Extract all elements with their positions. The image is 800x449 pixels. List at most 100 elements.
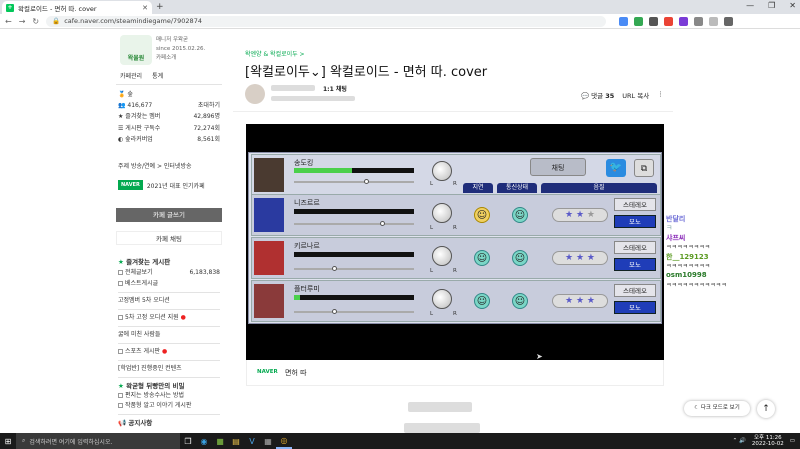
volume-slider[interactable] xyxy=(294,311,414,313)
pan-knob[interactable] xyxy=(432,161,452,181)
manager-name[interactable]: 우왁굳 xyxy=(173,37,188,43)
url-copy-button[interactable]: URL 복사 xyxy=(622,90,649,100)
browser-tab[interactable]: + 왁컬로이드 - 면허 따. cover ✕ xyxy=(2,1,152,14)
chat-line: 한__129123 xyxy=(666,252,709,261)
cafe-topics[interactable]: 주제 방송/연예 > 인터넷방송 xyxy=(118,161,192,170)
menu-dots-icon[interactable] xyxy=(724,16,734,26)
board-group: 굶에 미친 사람들 xyxy=(118,331,161,338)
user-thumbnail xyxy=(254,198,284,232)
visits-count: 8,561회 xyxy=(197,136,220,143)
volume-meter xyxy=(294,168,414,173)
volume-slider[interactable] xyxy=(294,181,414,183)
user-name: 송도킹 xyxy=(294,159,314,167)
edge-icon[interactable]: ◉ xyxy=(196,433,212,449)
comments-button[interactable]: 💬 댓글 35 xyxy=(581,90,614,100)
chat-line: ㅋㅋㅋㅋㅋㅋㅋㅋㅋㅋㅋ xyxy=(666,281,727,289)
slider-handle[interactable] xyxy=(332,266,337,271)
video-title[interactable]: 면허 따 xyxy=(285,368,307,378)
naver-cafe-favicon-icon: + xyxy=(6,3,14,12)
user-thumbnail xyxy=(254,158,284,192)
connection-status-icon: ☺ xyxy=(512,293,528,309)
page-title: [왁컬로이두⌄] 왁컬로이드 - 면허 따. cover xyxy=(245,65,488,80)
write-post-button[interactable]: 카페 글쓰기 xyxy=(116,208,222,222)
app-icon[interactable]: ▦ xyxy=(260,433,276,449)
extension-icon[interactable] xyxy=(619,16,629,26)
address-bar: ← → ↻ 🔒 cafe.naver.com/steamindiegame/79… xyxy=(0,14,800,29)
board-item[interactable]: 작품형 알고 이야기 게시판 xyxy=(118,401,220,411)
maximize-icon[interactable]: ❐ xyxy=(768,1,775,10)
avatar[interactable] xyxy=(245,84,265,104)
task-view-icon[interactable]: ❐ xyxy=(180,433,196,449)
mono-button[interactable]: 모노 xyxy=(614,258,656,271)
volume-slider[interactable] xyxy=(294,223,414,225)
subscribers-count: 72,274회 xyxy=(193,124,220,132)
mono-button[interactable]: 모노 xyxy=(614,215,656,228)
pan-knob[interactable] xyxy=(432,246,452,266)
stereo-button[interactable]: 스테레오 xyxy=(614,198,656,211)
search-icon: ⌕ xyxy=(22,437,26,444)
slider-handle[interactable] xyxy=(332,309,337,314)
board-item[interactable]: 베스트게시글 xyxy=(118,279,220,289)
naver-tv-logo: NAVER xyxy=(257,369,278,375)
profile-icon[interactable] xyxy=(709,16,719,26)
notice-board[interactable]: 📢 공지사항 xyxy=(118,418,220,428)
board-item[interactable]: 5차 고정 오디션 지원 ● xyxy=(118,313,220,323)
close-window-icon[interactable]: ✕ xyxy=(789,1,796,10)
board-list: ★ 즐겨찾는 게시판 전체글보기 6,183,838 베스트게시글 고정멤버 5차… xyxy=(118,257,220,428)
voice-chat-panel: 송도킹 LR 채팅 🐦 ⧉ 지연 통신상태 음질 니즈르르 LR ☺ ☺ ★ ★… xyxy=(248,152,662,324)
scroll-top-icon[interactable]: ↑ xyxy=(757,400,775,418)
cafe-chat-button[interactable]: 카페 채팅 xyxy=(116,231,222,245)
explorer-icon[interactable]: ▤ xyxy=(228,433,244,449)
pan-knob[interactable] xyxy=(432,289,452,309)
slider-handle[interactable] xyxy=(380,221,385,226)
stereo-button[interactable]: 스테레오 xyxy=(614,284,656,297)
notification-icon[interactable]: ▭ xyxy=(790,438,795,444)
chrome-icon[interactable]: ◎ xyxy=(276,433,292,449)
chat-overlay: 반달리 ㅋ 샤프씨 ㅋㅋㅋㅋㅋㅋㅋㅋ 한__129123 ㅋㅋㅋㅋㅋㅋㅋㅋ os… xyxy=(666,215,727,290)
back-icon[interactable]: ← xyxy=(5,17,12,26)
chat-line: ㅋㅋㅋㅋㅋㅋㅋㅋ xyxy=(666,244,711,252)
volume-slider[interactable] xyxy=(294,268,414,270)
cafe-info-link[interactable]: 카페소개 xyxy=(156,54,205,63)
pan-knob[interactable] xyxy=(432,203,452,223)
minecraft-icon[interactable]: ■ xyxy=(212,433,228,449)
copy-icon[interactable]: ⧉ xyxy=(634,159,654,177)
more-icon[interactable]: ⋮ xyxy=(657,90,664,100)
breadcrumb[interactable]: 왁엔양 & 왁컬로이두 > xyxy=(245,49,305,58)
manage-link[interactable]: 카페관리 xyxy=(120,71,142,80)
extension-icon[interactable] xyxy=(634,16,644,26)
invite-link[interactable]: 초대하기 xyxy=(198,101,220,111)
board-item[interactable]: 전체글보기 xyxy=(118,268,153,278)
extension-icon[interactable] xyxy=(649,16,659,26)
chat-button[interactable]: 채팅 xyxy=(530,158,586,176)
dark-mode-button[interactable]: ☾ 다크 모드로 보기 xyxy=(684,401,750,416)
stereo-button[interactable]: 스테레오 xyxy=(614,241,656,254)
chat-line: osm10998 xyxy=(666,271,707,280)
url-field[interactable]: 🔒 cafe.naver.com/steamindiegame/7902874 xyxy=(46,15,607,27)
stats-link[interactable]: 통계 xyxy=(152,71,163,80)
vegas-icon[interactable]: V xyxy=(244,433,260,449)
delay-status-icon: ☺ xyxy=(474,207,490,223)
forward-icon[interactable]: → xyxy=(19,17,26,26)
tray-icons[interactable]: ⌃ 🔊 xyxy=(733,438,746,444)
extension-icon[interactable] xyxy=(679,16,689,26)
board-item[interactable]: 스포츠 게시판 ● xyxy=(118,347,220,357)
popular-cafe-badge: NAVER 2021년 대표 인기카페 xyxy=(118,180,220,190)
windows-start-icon[interactable]: ⊞ xyxy=(0,433,16,449)
slider-handle[interactable] xyxy=(364,179,369,184)
clock[interactable]: 오후 11:26 2022-10-02 xyxy=(752,435,784,447)
minimize-icon[interactable]: — xyxy=(746,1,754,10)
new-tab-icon[interactable]: + xyxy=(156,2,164,12)
user-name: 플터루미 xyxy=(294,285,320,293)
board-item[interactable]: 편지는 방송수사는 방법 xyxy=(118,391,220,401)
twitter-icon[interactable]: 🐦 xyxy=(606,159,626,177)
extensions xyxy=(619,16,734,26)
chat-link[interactable]: 1:1 채팅 xyxy=(323,84,347,93)
reload-icon[interactable]: ↻ xyxy=(32,17,39,26)
mono-button[interactable]: 모노 xyxy=(614,301,656,314)
close-tab-icon[interactable]: ✕ xyxy=(142,4,148,12)
extension-icon[interactable] xyxy=(664,16,674,26)
puzzle-icon[interactable] xyxy=(694,16,704,26)
taskbar-search[interactable]: ⌕ 검색하려면 여기에 입력하십시오. xyxy=(16,433,180,449)
user-row: 키르나르 LR ☺ ☺ ★ ★ ★ 스테레오 모노 xyxy=(251,237,661,279)
